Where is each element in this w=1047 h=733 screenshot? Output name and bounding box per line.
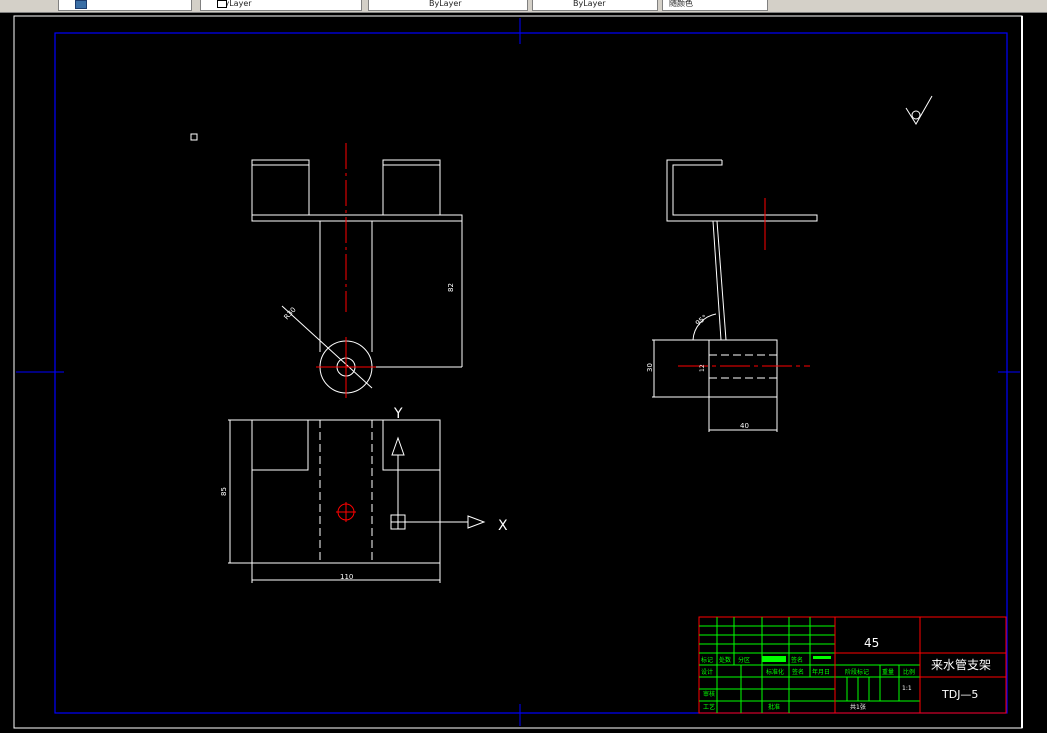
ucs-x-label: X [498,518,508,534]
color-control[interactable]: ByLayer [200,0,362,11]
side-center-lines [678,198,810,367]
lineweight-control-text: ByLayer [573,0,606,8]
lineweight-control[interactable]: ByLayer [532,0,658,11]
tb-part-name: 来水管支架 [931,657,991,672]
tb-label-count: 处数 [719,656,731,664]
tb-label-review: 审核 [703,690,715,698]
sheet-border [13,15,1023,729]
dim-plan-width: 110 [340,573,353,581]
side-view [652,159,818,432]
title-block-fill-1 [762,656,786,662]
dim-height-right: 82 [447,283,455,292]
drawing-frame [54,32,1008,714]
tb-label-ratio: 比例 [903,668,915,676]
centering-marks [16,18,1020,726]
ucs-y-label: Y [393,406,403,422]
plan-hidden-lines [319,420,373,563]
dim-hole-dia: 12 [699,364,706,372]
tb-material: 45 [864,636,879,650]
plotstyle-control[interactable]: 随颜色 [662,0,768,11]
layer-control[interactable] [58,0,192,11]
tb-label-zone: 分区 [738,656,750,664]
color-swatch-icon [217,0,227,8]
tb-scale: 1:1 [902,685,912,692]
ucs-icon [390,436,486,530]
tb-label-standard: 标准化 [766,668,784,676]
tb-label-stage: 阶段标记 [845,668,869,676]
tb-label-mark: 标记 [701,656,713,664]
plan-hole [336,502,356,522]
tb-label-approve: 批准 [768,703,780,711]
title-block-fill-2 [813,656,831,659]
dim-side-width: 40 [740,422,749,430]
tb-drawing-no: TDJ—5 [941,688,978,701]
drawing-canvas[interactable]: 82 R30 95° 30 12 40 85 110 Y X 标记 处数 分区 … [0,12,1047,733]
tb-label-date: 年月日 [812,668,830,676]
front-view [251,159,463,394]
tb-label-sign2: 签名 [792,668,804,676]
roughness-symbol [905,95,933,125]
snap-marker [190,133,198,141]
tb-sheet: 共1张 [850,703,866,711]
layer-icon [75,0,87,9]
linetype-control-text: ByLayer [429,0,462,8]
plotstyle-control-text: 随颜色 [669,0,693,8]
linetype-control[interactable]: ByLayer [368,0,528,11]
tb-label-process: 工艺 [703,703,715,711]
tb-label-sign: 签名 [791,656,803,664]
plan-view [228,419,441,583]
tb-label-weight: 重量 [882,668,894,676]
tb-label-design: 设计 [701,668,713,676]
dim-angle: 95° [694,313,709,327]
dim-plan-height: 85 [220,487,228,496]
title-block: 标记 处数 分区 签名 设计 标准化 签名 年月日 阶段标记 重量 比例 审核 … [698,616,1007,714]
dim-side-height: 30 [646,363,654,372]
front-center-lines [316,143,376,398]
